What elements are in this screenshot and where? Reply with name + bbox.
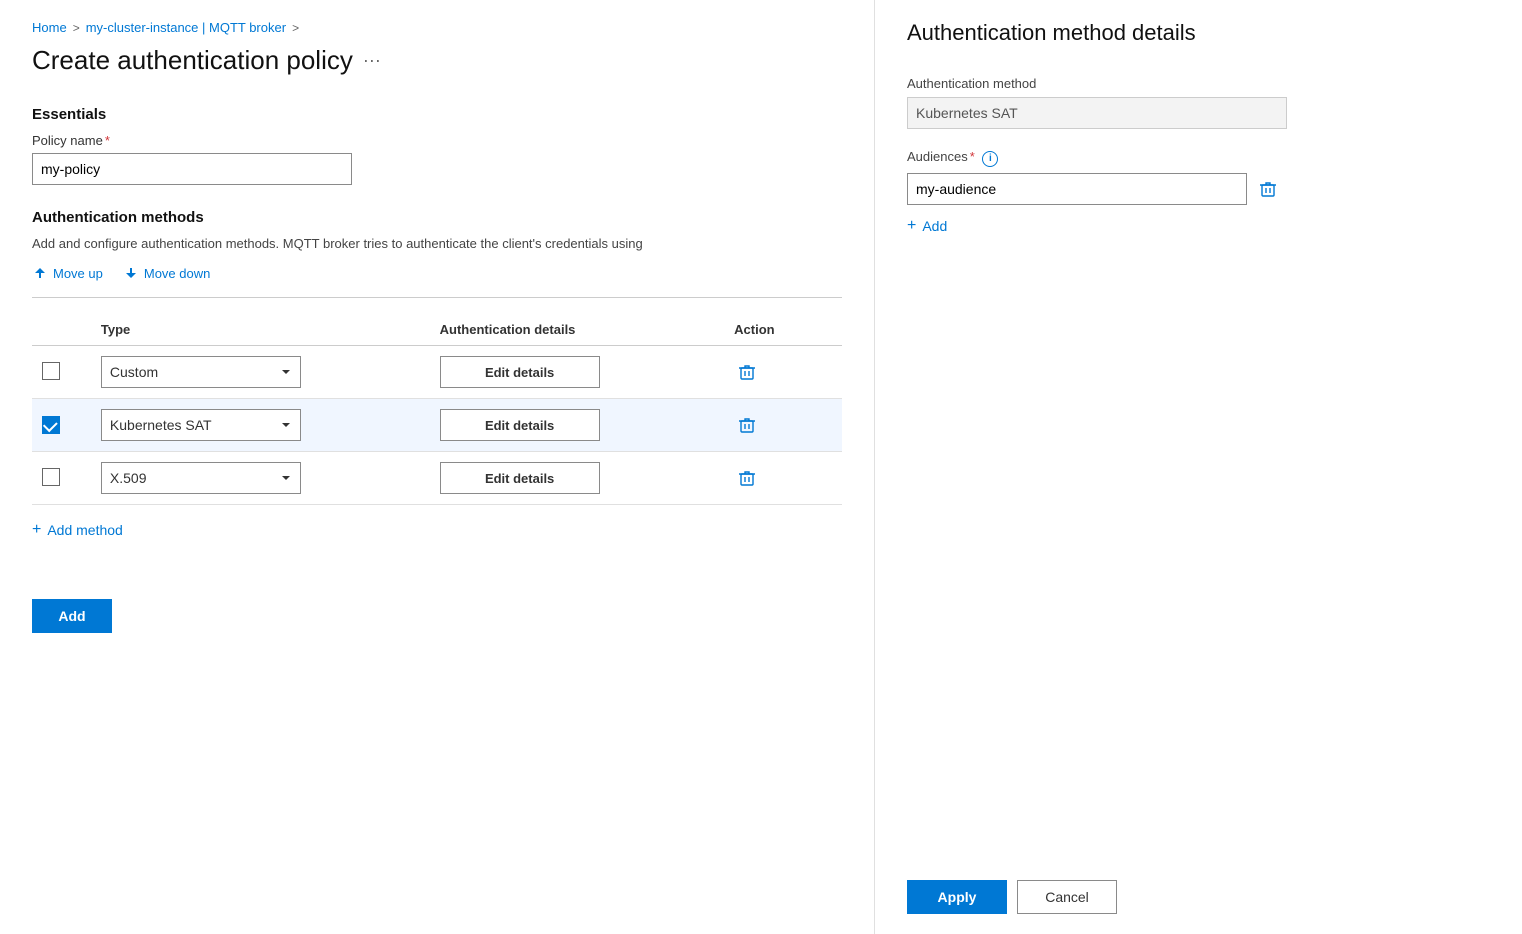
row-3-delete-icon bbox=[738, 469, 756, 487]
move-down-button[interactable]: Move down bbox=[123, 265, 210, 281]
row-3-type-value: X.509 bbox=[110, 470, 147, 486]
row-1-checkbox[interactable] bbox=[42, 362, 60, 380]
row-1-checkbox-cell bbox=[32, 346, 91, 399]
rp-add-audience-plus-icon: + bbox=[907, 217, 916, 235]
row-2-type-value: Kubernetes SAT bbox=[110, 417, 212, 433]
add-method-button[interactable]: + Add method bbox=[32, 521, 123, 539]
row-1-auth-details-cell: Edit details bbox=[430, 346, 725, 399]
rp-add-audience-button[interactable]: + Add bbox=[907, 217, 947, 235]
row-1-type-cell: Custom bbox=[91, 346, 430, 399]
auth-methods-table: Type Authentication details Action Custo… bbox=[32, 314, 842, 505]
essentials-section: Essentials Policy name* bbox=[32, 106, 842, 185]
auth-methods-title: Authentication methods bbox=[32, 209, 842, 226]
audiences-input[interactable] bbox=[907, 173, 1247, 205]
row-3-type-dropdown[interactable]: X.509 bbox=[101, 462, 301, 494]
page-ellipsis-menu[interactable]: ··· bbox=[363, 50, 381, 71]
row-2-delete-button[interactable] bbox=[734, 412, 760, 438]
row-2-delete-icon bbox=[738, 416, 756, 434]
row-2-checkbox[interactable] bbox=[42, 416, 60, 434]
row-2-type-dropdown[interactable]: Kubernetes SAT bbox=[101, 409, 301, 441]
rp-auth-method-value: Kubernetes SAT bbox=[907, 97, 1287, 129]
row-1-delete-icon bbox=[738, 363, 756, 381]
rp-add-audience-label: Add bbox=[922, 218, 947, 234]
col-header-type: Type bbox=[91, 314, 430, 346]
row-1-edit-details-button[interactable]: Edit details bbox=[440, 356, 600, 388]
table-row: X.509 Edit details bbox=[32, 452, 842, 505]
row-1-delete-button[interactable] bbox=[734, 359, 760, 385]
policy-name-label: Policy name* bbox=[32, 133, 842, 148]
add-button[interactable]: Add bbox=[32, 599, 112, 633]
row-1-dropdown-icon bbox=[280, 366, 292, 378]
breadcrumb: Home > my-cluster-instance | MQTT broker… bbox=[32, 20, 842, 35]
page-title-row: Create authentication policy ··· bbox=[32, 45, 842, 76]
audiences-delete-icon bbox=[1259, 180, 1277, 198]
page-title: Create authentication policy bbox=[32, 45, 353, 76]
right-panel-title: Authentication method details bbox=[907, 20, 1490, 46]
audience-row bbox=[907, 173, 1490, 205]
row-2-checkbox-cell bbox=[32, 399, 91, 452]
row-1-action-cell bbox=[724, 346, 842, 399]
row-3-edit-details-button[interactable]: Edit details bbox=[440, 462, 600, 494]
row-2-edit-details-button[interactable]: Edit details bbox=[440, 409, 600, 441]
rp-audiences-label: Audiences* i bbox=[907, 149, 1490, 167]
table-row: Custom Edit details bbox=[32, 346, 842, 399]
row-3-action-cell bbox=[724, 452, 842, 505]
move-controls: Move up Move down bbox=[32, 265, 842, 281]
table-row: Kubernetes SAT Edit details bbox=[32, 399, 842, 452]
move-up-button[interactable]: Move up bbox=[32, 265, 103, 281]
left-panel: Home > my-cluster-instance | MQTT broker… bbox=[0, 0, 875, 934]
apply-button[interactable]: Apply bbox=[907, 880, 1007, 914]
move-up-icon bbox=[32, 265, 48, 281]
cancel-button[interactable]: Cancel bbox=[1017, 880, 1117, 914]
col-header-action: Action bbox=[724, 314, 842, 346]
add-method-plus-icon: + bbox=[32, 521, 41, 539]
row-2-type-cell: Kubernetes SAT bbox=[91, 399, 430, 452]
audiences-info-icon[interactable]: i bbox=[982, 151, 998, 167]
breadcrumb-sep-2: > bbox=[292, 21, 299, 35]
row-1-type-value: Custom bbox=[110, 364, 158, 380]
row-2-action-cell bbox=[724, 399, 842, 452]
move-down-icon bbox=[123, 265, 139, 281]
essentials-title: Essentials bbox=[32, 106, 842, 123]
row-3-auth-details-cell: Edit details bbox=[430, 452, 725, 505]
auth-methods-description: Add and configure authentication methods… bbox=[32, 236, 842, 251]
policy-name-input[interactable] bbox=[32, 153, 352, 185]
breadcrumb-sep-1: > bbox=[73, 21, 80, 35]
rp-audiences-group: Audiences* i + Add bbox=[907, 149, 1490, 235]
row-3-dropdown-icon bbox=[280, 472, 292, 484]
row-3-delete-button[interactable] bbox=[734, 465, 760, 491]
auth-methods-section: Authentication methods Add and configure… bbox=[32, 209, 842, 539]
row-1-type-dropdown[interactable]: Custom bbox=[101, 356, 301, 388]
row-2-dropdown-icon bbox=[280, 419, 292, 431]
rp-actions: Apply Cancel bbox=[907, 860, 1490, 914]
row-3-checkbox[interactable] bbox=[42, 468, 60, 486]
table-divider bbox=[32, 297, 842, 298]
col-header-auth-details: Authentication details bbox=[430, 314, 725, 346]
row-3-type-cell: X.509 bbox=[91, 452, 430, 505]
row-3-checkbox-cell bbox=[32, 452, 91, 505]
row-2-auth-details-cell: Edit details bbox=[430, 399, 725, 452]
add-method-label: Add method bbox=[47, 522, 123, 538]
right-panel: Authentication method details Authentica… bbox=[875, 0, 1522, 934]
audiences-delete-button[interactable] bbox=[1255, 176, 1281, 202]
rp-auth-method-group: Authentication method Kubernetes SAT bbox=[907, 76, 1490, 129]
col-header-checkbox bbox=[32, 314, 91, 346]
breadcrumb-home[interactable]: Home bbox=[32, 20, 67, 35]
breadcrumb-cluster[interactable]: my-cluster-instance | MQTT broker bbox=[86, 20, 286, 35]
rp-auth-method-label: Authentication method bbox=[907, 76, 1490, 91]
